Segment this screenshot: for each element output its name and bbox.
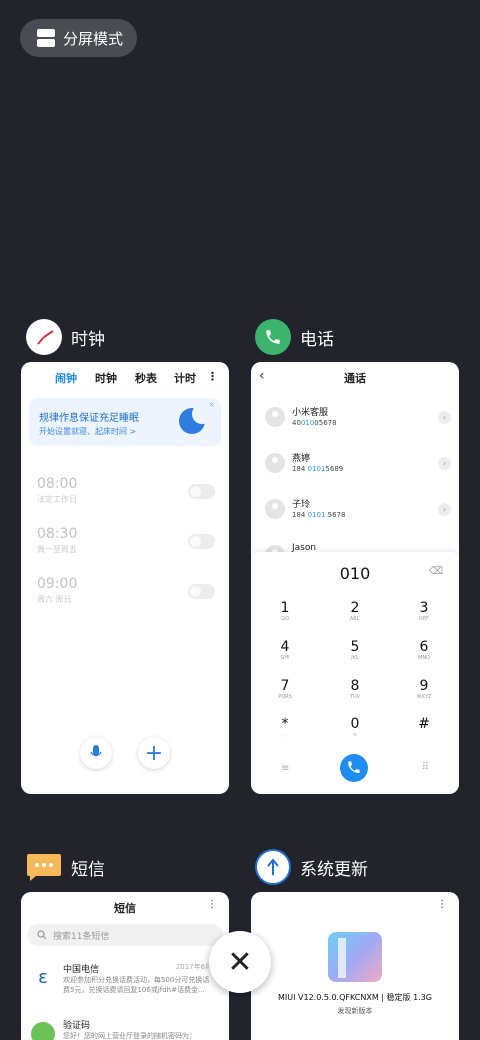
dial-key[interactable]: #	[394, 716, 454, 750]
close-icon[interactable]: ×	[208, 400, 215, 409]
contact-name: 子玲	[292, 500, 311, 510]
dial-key[interactable]: 1 GO	[255, 600, 315, 634]
banner-title: 规律作息保证充足睡眠	[39, 413, 139, 424]
phone-app-header[interactable]: 电话	[255, 319, 334, 355]
chevron-right-icon[interactable]: ›	[438, 503, 451, 516]
sms-title: 短信	[114, 902, 136, 915]
clock-card[interactable]: 闹钟 时钟 秒表 计时 ⋮ 规律作息保证充足睡眠 开始设置就寝、起床时间 > ×…	[21, 362, 229, 794]
dialpad: 010 ⌫ 1 GO 2 ABC 3 DEF 4 GHI 5 JKL 6 MNO 7 PQRS…	[251, 552, 459, 794]
split-screen-label: 分屏模式	[63, 29, 124, 48]
phone-icon	[348, 761, 360, 773]
update-card[interactable]: ⋮ MIUI V12.0.5.0.QFKCNXM | 稳定版 1.3G 发现新版…	[251, 892, 459, 1040]
contact-name: 小米客服	[292, 408, 329, 418]
split-screen-icon	[37, 29, 55, 47]
dial-key[interactable]: 9 WXYZ	[394, 678, 454, 712]
message-sender: 中国电信	[63, 965, 100, 975]
update-status: 发现新版本	[337, 1007, 373, 1015]
china-telecom-logo: ε	[31, 966, 55, 990]
moon-icon	[179, 404, 212, 434]
banner-subtitle: 开始设置就寝、起床时间 >	[39, 427, 137, 436]
dial-key[interactable]: *,	[255, 716, 315, 750]
contact-name: 燕婷	[292, 454, 311, 464]
sleep-banner[interactable]: 规律作息保证充足睡眠 开始设置就寝、起床时间 > ×	[29, 398, 221, 446]
alarm-toggle[interactable]	[188, 584, 215, 599]
version-text: MIUI V12.0.5.0.QFKCNXM | 稳定版 1.3G	[277, 993, 433, 1002]
alarm-item[interactable]: 09:00 周六 周日	[37, 576, 215, 616]
sms-card[interactable]: 短信 ⋮ 搜索11条短信 ε 中国电信 2017年6月30 欢迎参加积分兑换话费…	[21, 892, 229, 1040]
dial-key[interactable]: 2 ABC	[325, 600, 385, 634]
phone-card[interactable]: ‹ 通话 小米客服 4001005678 › 燕婷 184 01015689 ›…	[251, 362, 459, 794]
contact-number: 184 0101 5678	[292, 511, 346, 519]
alarm-item[interactable]: 08:30 周一至周五	[37, 526, 215, 566]
avatar	[265, 407, 285, 427]
split-screen-button[interactable]: 分屏模式	[20, 19, 137, 57]
update-app-header[interactable]: 系统更新	[255, 849, 368, 885]
contact-item[interactable]: 子玲 184 0101 5678 ›	[265, 497, 451, 535]
miui-12-logo	[328, 932, 382, 982]
sms-app-header[interactable]: 短信	[26, 849, 105, 885]
more-icon[interactable]: ⋮	[207, 370, 218, 383]
update-icon	[255, 849, 291, 885]
phone-app-name: 电话	[300, 329, 334, 350]
search-placeholder: 搜索11条短信	[53, 932, 110, 942]
contact-item[interactable]: 小米客服 4001005678 ›	[265, 405, 451, 443]
microphone-icon	[90, 745, 102, 757]
message-preview: 欢迎参加积分兑换话费活动，每500分可兑换话费5元，兑换话费请回复106或jfd…	[63, 976, 210, 994]
phone-icon	[255, 319, 291, 355]
dial-key[interactable]: 4 GHI	[255, 639, 315, 673]
clear-all-button[interactable]: ✕	[209, 931, 271, 993]
more-icon[interactable]: ⋮	[437, 899, 447, 910]
menu-icon[interactable]: ≡	[281, 763, 289, 774]
tab-timer[interactable]: 计时	[174, 370, 196, 386]
chevron-right-icon[interactable]: ›	[438, 457, 451, 470]
call-button[interactable]	[340, 754, 368, 782]
message-preview: 您好！您的网上营业厅登录的随机密码为：710679，有效时间为3分钟。	[63, 1032, 196, 1040]
dial-display: 010	[339, 564, 371, 583]
clock-icon	[26, 319, 62, 355]
more-icon[interactable]: ⋮	[207, 899, 217, 910]
avatar	[31, 1022, 55, 1040]
dial-key[interactable]: 3 DEF	[394, 600, 454, 634]
update-app-name: 系统更新	[300, 859, 368, 880]
alarm-toggle[interactable]	[188, 484, 215, 499]
tab-stopwatch[interactable]: 秒表	[135, 370, 157, 386]
avatar	[265, 499, 285, 519]
keypad-icon[interactable]: ⠿	[422, 762, 429, 773]
voice-button[interactable]	[80, 737, 112, 769]
contact-number: 4001005678	[292, 419, 337, 427]
search-input[interactable]: 搜索11条短信	[27, 924, 223, 946]
add-alarm-button[interactable]: +	[138, 737, 170, 769]
chevron-right-icon[interactable]: ›	[438, 411, 451, 424]
dial-key[interactable]: 6 MNO	[394, 639, 454, 673]
message-sender: 验证码	[63, 1021, 91, 1031]
close-icon: ✕	[227, 944, 253, 980]
list-item[interactable]: ε 中国电信 2017年6月30 欢迎参加积分兑换话费活动，每500分可兑换话费…	[31, 962, 221, 1002]
clock-app-header[interactable]: 时钟	[26, 319, 105, 355]
search-icon	[37, 930, 47, 940]
clock-app-name: 时钟	[71, 329, 105, 350]
sms-app-name: 短信	[71, 859, 105, 880]
avatar	[265, 453, 285, 473]
dial-key[interactable]: 0 +	[325, 716, 385, 750]
backspace-icon[interactable]: ⌫	[429, 566, 443, 577]
phone-title: 通话	[344, 372, 366, 385]
contact-item[interactable]: 燕婷 184 01015689 ›	[265, 451, 451, 489]
contact-number: 184 01015689	[292, 465, 344, 473]
alarm-item[interactable]: 08:00 法定工作日	[37, 476, 215, 516]
dial-key[interactable]: 5 JKL	[325, 639, 385, 673]
dial-key[interactable]: 8 TUV	[325, 678, 385, 712]
list-item[interactable]: 验证码 您好！您的网上营业厅登录的随机密码为：710679，有效时间为3分钟。	[31, 1018, 221, 1040]
tab-clock[interactable]: 时钟	[95, 370, 117, 386]
dial-key[interactable]: 7 PQRS	[255, 678, 315, 712]
tab-alarm[interactable]: 闹钟	[55, 370, 77, 386]
message-icon	[26, 849, 62, 885]
alarm-toggle[interactable]	[188, 534, 215, 549]
